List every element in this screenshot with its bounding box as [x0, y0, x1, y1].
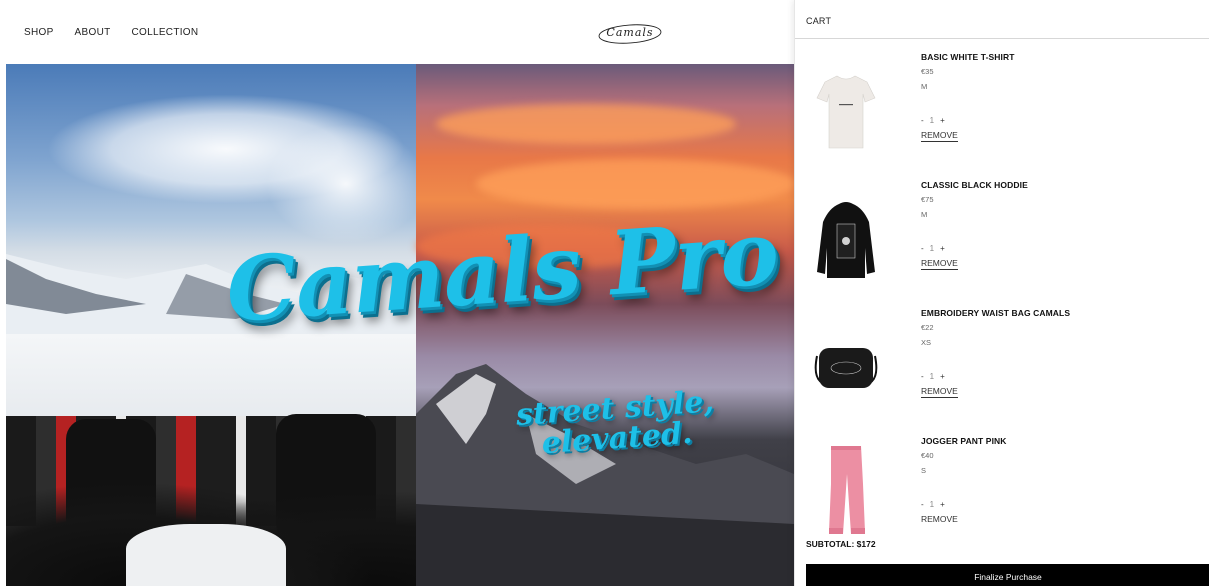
quantity-stepper: - 1 +	[921, 116, 945, 125]
item-price: €35	[921, 67, 934, 76]
main-nav: SHOP ABOUT COLLECTION	[24, 27, 198, 38]
quantity-stepper: - 1 +	[921, 500, 945, 509]
item-size: S	[921, 466, 927, 475]
remove-button[interactable]: REMOVE	[921, 386, 958, 398]
item-size: M	[921, 210, 928, 219]
cart-title: CART	[806, 16, 832, 26]
decrease-button[interactable]: -	[921, 372, 924, 381]
snow-bottom	[126, 524, 286, 586]
increase-button[interactable]: +	[940, 116, 945, 125]
item-size: XS	[921, 338, 932, 347]
cart-item-info: CLASSIC BLACK HODDIE €75 M - 1 + REMOVE	[921, 180, 1201, 270]
snow-slope	[6, 334, 416, 424]
item-name: CLASSIC BLACK HODDIE	[921, 180, 1028, 190]
increase-button[interactable]: +	[940, 500, 945, 509]
quantity-stepper: - 1 +	[921, 372, 945, 381]
logo-text: Camals	[606, 26, 654, 39]
cart-item-info: EMBROIDERY WAIST BAG CAMALS €22 XS - 1 +…	[921, 308, 1201, 398]
remove-button[interactable]: REMOVE	[921, 130, 958, 142]
item-price: €75	[921, 195, 934, 204]
cart-item: CLASSIC BLACK HODDIE €75 M - 1 + REMOVE	[795, 180, 1209, 308]
item-price: €22	[921, 323, 934, 332]
nav-collection[interactable]: COLLECTION	[132, 27, 199, 38]
remove-button[interactable]: REMOVE	[921, 258, 958, 270]
hero-banner: Camals Pro street style, elevated.	[6, 64, 794, 586]
brand-logo[interactable]: Camals	[597, 22, 663, 46]
item-name: BASIC WHITE T-SHIRT	[921, 52, 1015, 62]
cart-item: EMBROIDERY WAIST BAG CAMALS €22 XS - 1 +…	[795, 308, 1209, 436]
cart-header: CART	[795, 0, 1209, 39]
cart-subtotal: SUBTOTAL: $172	[806, 539, 876, 549]
finalize-purchase-button[interactable]: Finalize Purchase	[806, 564, 1209, 586]
site-header: SHOP ABOUT COLLECTION Camals	[0, 0, 794, 64]
item-price: €40	[921, 451, 934, 460]
decrease-button[interactable]: -	[921, 500, 924, 509]
item-name: EMBROIDERY WAIST BAG CAMALS	[921, 308, 1071, 318]
remove-button[interactable]: REMOVE	[921, 514, 958, 525]
quantity-value: 1	[929, 244, 935, 253]
increase-button[interactable]: +	[940, 372, 945, 381]
cart-item-info: BASIC WHITE T-SHIRT €35 M - 1 + REMOVE	[921, 52, 1201, 142]
nav-shop[interactable]: SHOP	[24, 27, 54, 38]
decrease-button[interactable]: -	[921, 116, 924, 125]
cart-item: BASIC WHITE T-SHIRT €35 M - 1 + REMOVE	[795, 52, 1209, 180]
cart-item-info: JOGGER PANT PINK €40 S - 1 + REMOVE	[921, 436, 1201, 524]
tshirt-image	[816, 75, 876, 149]
item-size: M	[921, 82, 928, 91]
quantity-value: 1	[929, 500, 935, 509]
decrease-button[interactable]: -	[921, 244, 924, 253]
increase-button[interactable]: +	[940, 244, 945, 253]
jogger-pant-image	[829, 446, 865, 534]
cloud-streak	[436, 104, 736, 144]
nav-about[interactable]: ABOUT	[75, 27, 111, 38]
item-name: JOGGER PANT PINK	[921, 436, 1007, 446]
waist-bag-image	[814, 348, 878, 388]
mountain-illustration	[416, 364, 794, 586]
quantity-value: 1	[929, 372, 935, 381]
quantity-value: 1	[929, 116, 935, 125]
hoodie-image	[817, 202, 875, 278]
quantity-stepper: - 1 +	[921, 244, 945, 253]
cart-panel: CART BASIC WHITE T-SHIRT €35 M - 1 + REM…	[794, 0, 1209, 586]
